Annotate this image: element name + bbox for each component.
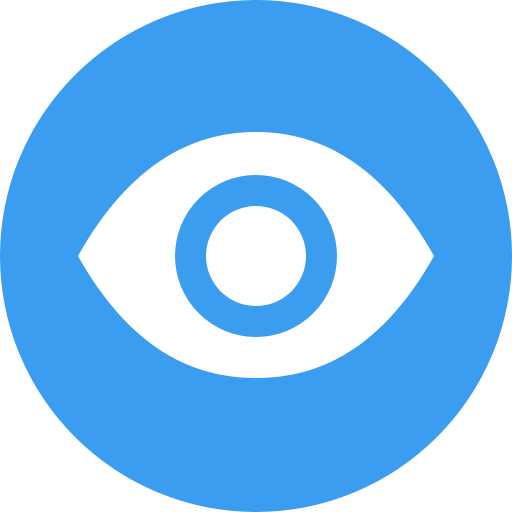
eye-icon — [0, 0, 512, 512]
pupil-center — [206, 206, 306, 306]
icon-canvas — [0, 0, 512, 512]
